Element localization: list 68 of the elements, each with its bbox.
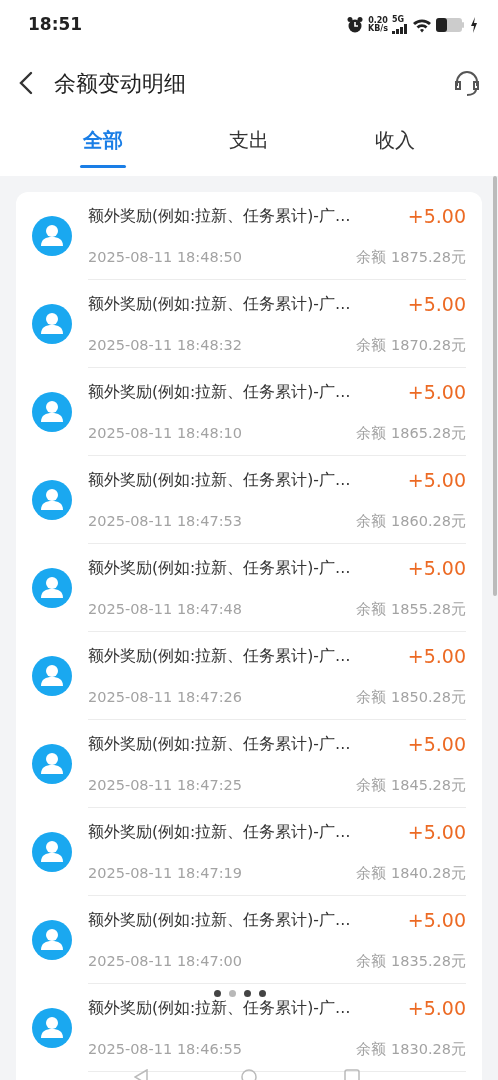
wifi-icon <box>412 17 432 33</box>
network-type: 5G <box>392 16 405 24</box>
avatar-icon <box>32 656 72 696</box>
record-title: 额外奖励(例如:拉新、任务累计)-广… <box>88 733 351 755</box>
record-time: 2025-08-11 18:48:10 <box>88 424 242 444</box>
battery-icon <box>436 17 466 33</box>
avatar-icon <box>32 744 72 784</box>
balance: 余额 1855.28元 <box>356 600 466 620</box>
record-title: 额外奖励(例如:拉新、任务累计)-广… <box>88 293 351 315</box>
amount: +5.00 <box>407 204 466 229</box>
record-time: 2025-08-11 18:47:26 <box>88 688 242 708</box>
record-title: 额外奖励(例如:拉新、任务累计)-广… <box>88 469 351 491</box>
avatar-icon <box>32 392 72 432</box>
avatar-icon <box>32 216 72 256</box>
record-time: 2025-08-11 18:48:32 <box>88 336 242 356</box>
balance: 余额 1840.28元 <box>356 864 466 884</box>
balance: 余额 1850.28元 <box>356 688 466 708</box>
avatar-icon <box>32 304 72 344</box>
record-time: 2025-08-11 18:47:25 <box>88 776 242 796</box>
amount: +5.00 <box>407 820 466 845</box>
avatar-icon <box>32 920 72 960</box>
record-time: 2025-08-11 18:47:48 <box>88 600 242 620</box>
alarm-icon <box>346 16 364 34</box>
balance: 余额 1845.28元 <box>356 776 466 796</box>
page-dot[interactable] <box>229 990 236 997</box>
avatar-icon <box>32 832 72 872</box>
avatar-icon <box>32 1008 72 1048</box>
clock-time: 18:51 <box>28 13 83 37</box>
page-dot[interactable] <box>214 990 221 997</box>
network-speed: 0.20 <box>368 17 388 25</box>
amount: +5.00 <box>407 644 466 669</box>
record-title: 额外奖励(例如:拉新、任务累计)-广… <box>88 645 351 667</box>
record-title: 额外奖励(例如:拉新、任务累计)-广… <box>88 205 351 227</box>
record-title: 额外奖励(例如:拉新、任务累计)-广… <box>88 381 351 403</box>
amount: +5.00 <box>407 908 466 933</box>
record-title: 额外奖励(例如:拉新、任务累计)-广… <box>88 909 351 931</box>
page-dot[interactable] <box>244 990 251 997</box>
balance: 余额 1835.28元 <box>356 952 466 972</box>
tab[interactable]: 支出 <box>219 124 279 165</box>
amount: +5.00 <box>407 468 466 493</box>
charging-icon <box>470 17 478 33</box>
balance: 余额 1860.28元 <box>356 512 466 532</box>
speed-unit: KB/s <box>368 25 388 33</box>
amount: +5.00 <box>407 292 466 317</box>
page-title: 余额变动明细 <box>54 69 187 98</box>
amount: +5.00 <box>407 732 466 757</box>
balance: 余额 1875.28元 <box>356 248 466 268</box>
record-time: 2025-08-11 18:47:00 <box>88 952 242 972</box>
avatar-icon <box>32 480 72 520</box>
tab[interactable]: 收入 <box>365 124 425 165</box>
headset-icon[interactable] <box>452 68 482 98</box>
tab[interactable]: 全部 <box>73 124 133 165</box>
record-time: 2025-08-11 18:47:53 <box>88 512 242 532</box>
amount: +5.00 <box>407 996 466 1021</box>
amount: +5.00 <box>407 556 466 581</box>
balance: 余额 1865.28元 <box>356 424 466 444</box>
record-title: 额外奖励(例如:拉新、任务累计)-广… <box>88 997 351 1019</box>
balance: 余额 1870.28元 <box>356 336 466 356</box>
signal-icon <box>392 24 408 34</box>
amount: +5.00 <box>407 380 466 405</box>
record-title: 额外奖励(例如:拉新、任务累计)-广… <box>88 821 351 843</box>
record-time: 2025-08-11 18:46:55 <box>88 1040 242 1060</box>
record-title: 额外奖励(例如:拉新、任务累计)-广… <box>88 557 351 579</box>
record-time: 2025-08-11 18:47:19 <box>88 864 242 884</box>
record-time: 2025-08-11 18:48:50 <box>88 248 242 268</box>
page-dot[interactable] <box>259 990 266 997</box>
avatar-icon <box>32 568 72 608</box>
balance: 余额 1830.28元 <box>356 1040 466 1060</box>
